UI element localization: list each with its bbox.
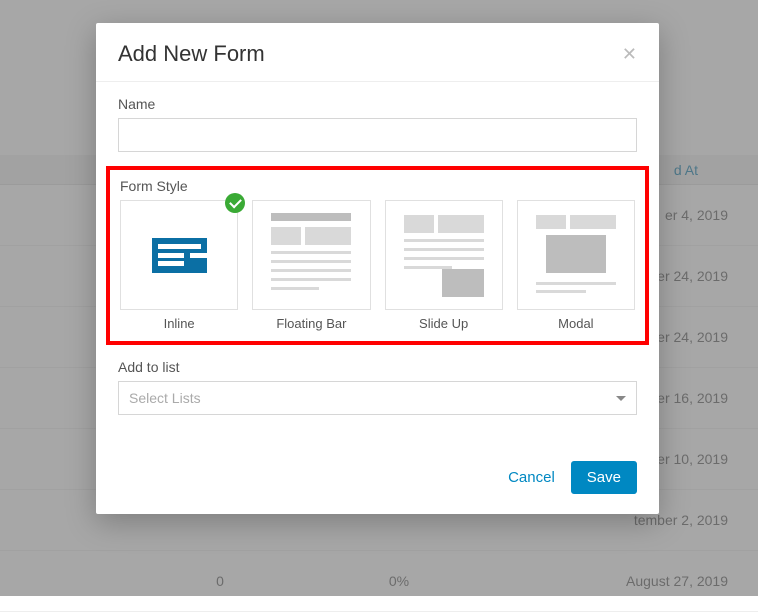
- style-thumb-floating-bar: [252, 200, 370, 310]
- floating-bar-icon: [265, 209, 357, 301]
- add-to-list-label: Add to list: [118, 359, 637, 375]
- form-style-grid: Inline Floating Bar: [120, 200, 635, 331]
- style-thumb-modal: [517, 200, 635, 310]
- add-form-modal: Add New Form ✕ Name Form Style Inline: [96, 23, 659, 514]
- select-placeholder: Select Lists: [129, 390, 201, 406]
- form-style-label: Form Style: [120, 178, 635, 194]
- style-option-slide-up[interactable]: Slide Up: [385, 200, 503, 331]
- modal-body: Name Form Style Inline: [96, 82, 659, 447]
- style-thumb-slide-up: [385, 200, 503, 310]
- selected-check-icon: [225, 193, 245, 213]
- style-option-inline[interactable]: Inline: [120, 200, 238, 331]
- style-option-modal[interactable]: Modal: [517, 200, 635, 331]
- modal-footer: Cancel Save: [96, 447, 659, 514]
- form-style-highlight: Form Style Inline: [106, 166, 649, 345]
- modal-header: Add New Form ✕: [96, 23, 659, 82]
- style-thumb-inline: [120, 200, 238, 310]
- close-icon[interactable]: ✕: [622, 44, 637, 65]
- name-label: Name: [118, 96, 637, 112]
- name-field-group: Name: [118, 96, 637, 152]
- chevron-down-icon: [616, 396, 626, 401]
- cancel-button[interactable]: Cancel: [508, 469, 555, 486]
- style-label-modal: Modal: [517, 316, 635, 331]
- save-button[interactable]: Save: [571, 461, 637, 494]
- inline-icon: [152, 238, 207, 273]
- name-input[interactable]: [118, 118, 637, 152]
- style-option-floating-bar[interactable]: Floating Bar: [252, 200, 370, 331]
- style-label-floating-bar: Floating Bar: [252, 316, 370, 331]
- add-to-list-group: Add to list Select Lists: [118, 359, 637, 415]
- style-label-inline: Inline: [120, 316, 238, 331]
- modal-icon: [530, 209, 622, 301]
- lists-select[interactable]: Select Lists: [118, 381, 637, 415]
- modal-title: Add New Form: [118, 41, 265, 67]
- style-label-slide-up: Slide Up: [385, 316, 503, 331]
- slide-up-icon: [398, 209, 490, 301]
